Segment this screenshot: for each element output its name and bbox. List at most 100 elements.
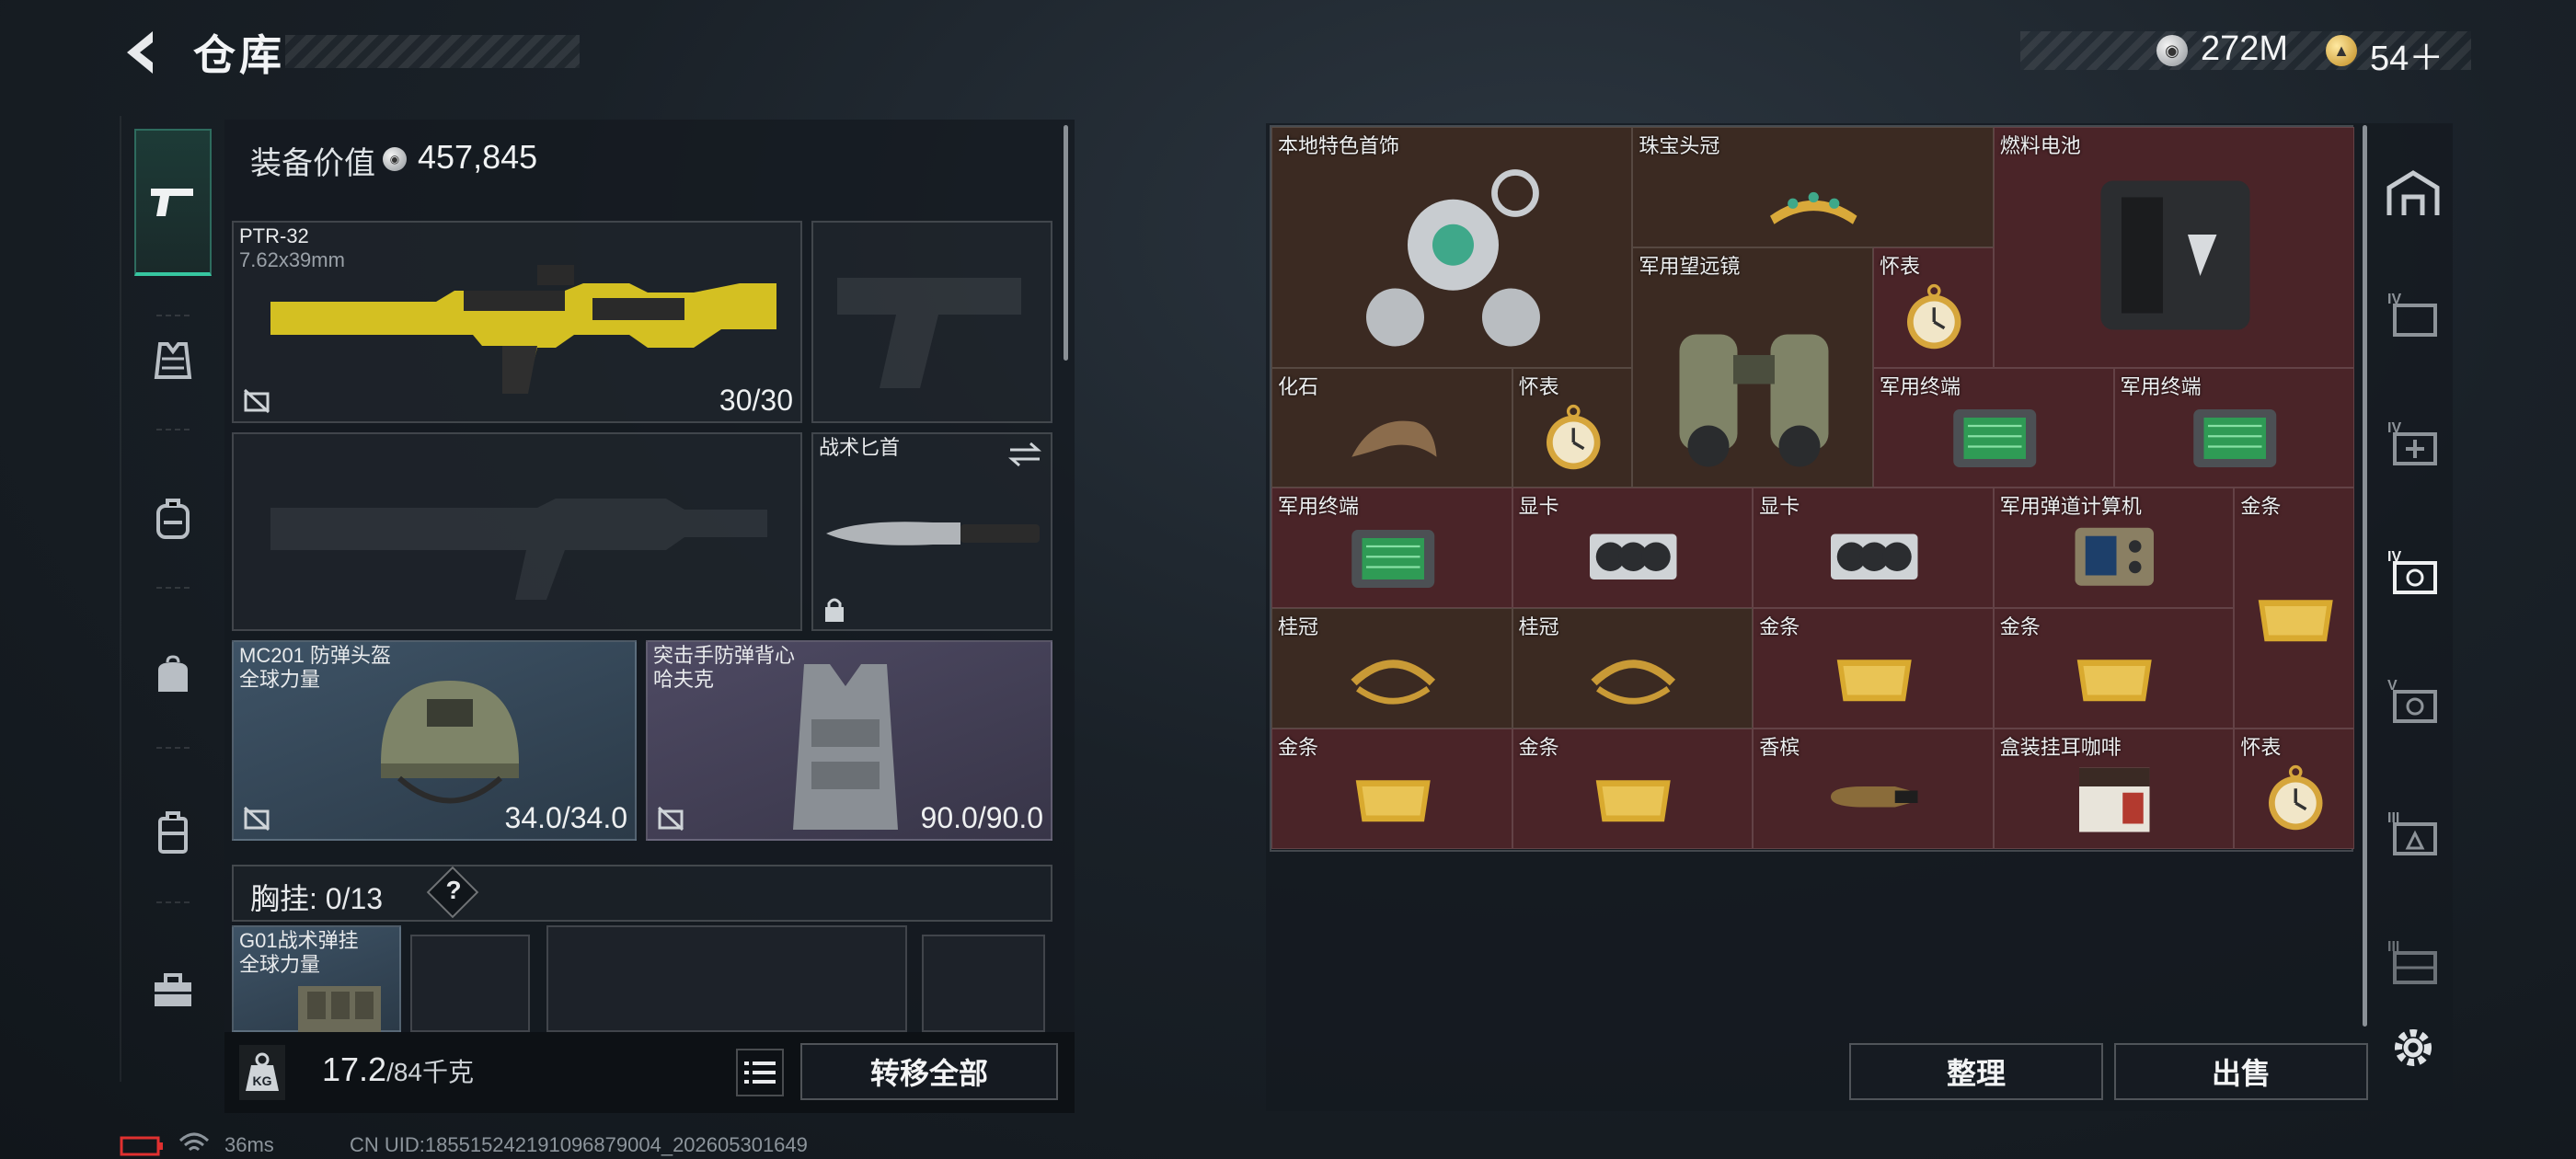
battery-icon <box>120 1136 163 1156</box>
item-cell[interactable]: 金条 <box>1993 608 2235 729</box>
transfer-all-button[interactable]: 转移全部 <box>800 1043 1058 1100</box>
item-cell[interactable]: 香槟 <box>1753 729 1994 849</box>
item-name: 桂冠 <box>1518 615 1559 639</box>
helmet-durability: 34.0/34.0 <box>504 801 627 834</box>
secondary-weapon-slot[interactable] <box>232 432 802 631</box>
item-cell[interactable]: 金条 <box>1753 608 1994 729</box>
item-cell[interactable]: 军用弹道计算机 <box>1993 488 2235 609</box>
item-cell[interactable]: 金条 <box>1271 729 1512 849</box>
terminal-icon <box>1351 529 1434 588</box>
svg-text:IV: IV <box>2387 292 2401 307</box>
equipment-scrollbar[interactable] <box>1064 125 1068 361</box>
item-cell[interactable]: 怀表 <box>1873 247 1994 368</box>
item-cell[interactable]: 化石 <box>1271 367 1512 488</box>
storage-tab-home[interactable] <box>2381 162 2445 226</box>
item-name: 盒装挂耳咖啡 <box>1999 736 2122 759</box>
settings-button[interactable] <box>2381 1016 2445 1080</box>
title-stripe <box>285 35 580 68</box>
champagne-icon <box>1830 786 1918 808</box>
bag-icon <box>158 655 188 692</box>
tab-toolbox[interactable] <box>134 951 212 1028</box>
current-weight: 17.2 <box>322 1050 387 1088</box>
laurel-icon <box>1350 660 1435 705</box>
storage-tab-iv-1[interactable]: IV <box>2381 281 2445 346</box>
item-name: 军用弹道计算机 <box>1999 495 2142 519</box>
item-cell[interactable]: 显卡 <box>1753 488 1994 609</box>
tab-armor[interactable] <box>134 322 212 399</box>
sort-button[interactable]: 整理 <box>1849 1043 2103 1100</box>
fuel-cell-icon <box>2099 180 2249 330</box>
storage-tab-iv-2[interactable]: IV <box>2381 410 2445 475</box>
item-name: 显卡 <box>1759 495 1800 519</box>
help-icon: ? <box>445 876 462 904</box>
item-cell[interactable]: 燃料电池 <box>1993 127 2355 368</box>
helmet-slot[interactable]: MC201 防弹头盔 全球力量 34.0/34.0 <box>232 640 637 841</box>
tab-case[interactable] <box>134 795 212 872</box>
item-cell[interactable]: 桂冠 <box>1271 608 1512 729</box>
vest-slot[interactable]: 突击手防弹背心 哈夫克 90.0/90.0 <box>646 640 1052 841</box>
terminal-icon <box>1952 408 2036 467</box>
item-name: 怀表 <box>1880 254 1921 278</box>
item-cell[interactable]: 金条 <box>2234 488 2355 729</box>
tab-bag[interactable] <box>134 637 212 714</box>
svg-text:KG: KG <box>253 1073 272 1088</box>
equipment-value: 457,845 <box>418 138 538 176</box>
tab-backpack[interactable] <box>134 480 212 557</box>
item-cell[interactable]: 本地特色首饰 <box>1271 127 1633 368</box>
item-cell[interactable]: 盒装挂耳咖啡 <box>1993 729 2235 849</box>
knife-icon <box>826 522 1040 545</box>
storage-box-iv-icon: IV <box>2387 292 2437 337</box>
item-cell[interactable]: 显卡 <box>1512 488 1754 609</box>
pistol-slot[interactable] <box>811 221 1052 423</box>
swap-icon[interactable] <box>1008 442 1041 467</box>
storage-tab-v[interactable]: V <box>2381 668 2445 732</box>
storage-box-iii-icon: III <box>2387 939 2437 984</box>
storage-tab-iii-1[interactable]: III <box>2381 800 2445 865</box>
gold-bar-icon <box>1355 780 1431 822</box>
item-cell[interactable]: 军用望远镜 <box>1632 247 1873 488</box>
gold-bar-icon <box>1836 660 1912 702</box>
item-cell[interactable]: 怀表 <box>2234 729 2355 849</box>
wifi-icon <box>178 1132 210 1152</box>
item-cell[interactable]: 怀表 <box>1512 367 1633 488</box>
item-cell[interactable]: 珠宝头冠 <box>1632 127 1994 247</box>
item-cell[interactable]: 金条 <box>1512 729 1754 849</box>
item-name: 怀表 <box>2240 736 2282 759</box>
item-name: 本地特色首饰 <box>1278 134 1400 157</box>
tab-weapon[interactable] <box>134 129 212 276</box>
storage-box-iii-icon: III <box>2387 810 2437 855</box>
gold-bar-icon <box>1595 780 1671 822</box>
rig-pocket[interactable] <box>922 935 1045 1032</box>
storage-tab-iv-3[interactable]: IV <box>2381 539 2445 603</box>
item-cell[interactable]: 军用终端 <box>1873 367 2114 488</box>
back-arrow-icon[interactable] <box>116 26 169 79</box>
lock-icon <box>825 598 844 622</box>
item-cell[interactable]: 军用终端 <box>2113 367 2355 488</box>
item-name: 军用终端 <box>1880 374 1961 398</box>
gold-amount[interactable]: 54＋ <box>2370 29 2444 80</box>
item-cell[interactable]: 军用终端 <box>1271 488 1512 609</box>
page-title: 仓库 <box>193 31 285 79</box>
rig-slot[interactable]: G01战术弹挂 全球力量 <box>232 925 401 1032</box>
sell-button[interactable]: 出售 <box>2114 1043 2368 1100</box>
helmet-brand: 全球力量 <box>239 668 321 691</box>
pocket-watch-icon <box>2268 765 2323 831</box>
item-name: 军用终端 <box>2120 374 2202 398</box>
primary-weapon-slot[interactable]: PTR-32 7.62x39mm 30/30 <box>232 221 802 423</box>
storage-scrollbar[interactable] <box>2363 125 2367 1027</box>
item-cell[interactable]: 桂冠 <box>1512 608 1754 729</box>
rig-pocket[interactable] <box>410 935 530 1032</box>
rig-pocket[interactable] <box>546 925 907 1032</box>
vest-durability: 90.0/90.0 <box>920 801 1043 834</box>
storage-tab-iii-2[interactable]: III <box>2381 929 2445 993</box>
item-name: 金条 <box>1759 615 1800 639</box>
chest-rig-label: 胸挂: 0/13 <box>250 882 384 915</box>
rig-name: G01战术弹挂 <box>239 929 359 952</box>
knife-slot[interactable]: 战术匕首 <box>811 432 1052 631</box>
pistol-placeholder-icon <box>837 278 1021 388</box>
vest-brand: 哈夫克 <box>653 668 715 691</box>
list-view-button[interactable] <box>736 1049 784 1096</box>
silver-amount[interactable]: 272M <box>2201 29 2288 69</box>
silver-coin-icon: ◉ <box>2156 35 2188 66</box>
ballistic-computer-icon <box>2075 527 2155 586</box>
